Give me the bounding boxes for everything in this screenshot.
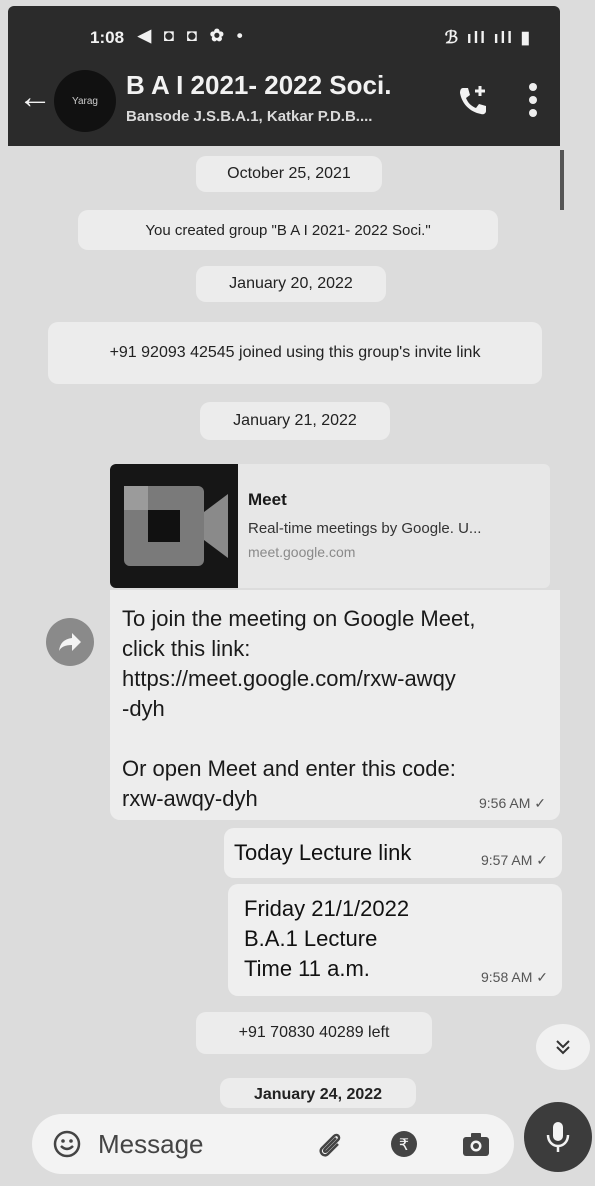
avatar-text: Yarag: [72, 95, 98, 107]
more-options-icon[interactable]: [528, 80, 538, 120]
preview-title: Meet: [248, 490, 287, 509]
system-message: +91 92093 42545 joined using this group'…: [48, 322, 542, 384]
created-notice: You created group "B A I 2021- 2022 Soci…: [145, 221, 431, 239]
forward-icon: [59, 633, 81, 651]
back-arrow-icon[interactable]: ←: [18, 78, 52, 117]
message-bubble[interactable]: Today Lecture link 9:57 AM ✓: [224, 828, 562, 878]
join-notice: +91 92093 42545 joined using this group'…: [109, 344, 481, 361]
date-label: January 20, 2022: [229, 275, 353, 292]
preview-url: meet.google.com: [248, 544, 356, 560]
svg-text:₹: ₹: [399, 1135, 409, 1154]
date-divider: October 25, 2021: [196, 156, 382, 192]
date-label: January 24, 2022: [253, 1086, 383, 1103]
date-divider: January 20, 2022: [196, 266, 386, 302]
left-notice: +91 70830 40289 left: [238, 1024, 390, 1041]
system-message: You created group "B A I 2021- 2022 Soci…: [78, 210, 498, 250]
system-message: +91 70830 40289 left: [196, 1012, 432, 1054]
message-text[interactable]: Today Lecture link: [234, 840, 411, 866]
attach-icon[interactable]: [314, 1128, 346, 1160]
header-row: ← Yarag B A I 2021- 2022 Soci. Bansode J…: [8, 66, 560, 136]
signal-battery-icons: ℬ ıll ıll ▮: [444, 28, 532, 47]
add-call-icon[interactable]: [454, 82, 492, 120]
message-input[interactable]: [98, 1124, 298, 1164]
message-text[interactable]: Friday 21/1/2022 B.A.1 Lecture Time 11 a…: [244, 894, 409, 984]
link-preview-card[interactable]: Meet Real-time meetings by Google. U... …: [110, 464, 550, 588]
preview-description: Real-time meetings by Google. U...: [248, 520, 482, 537]
payment-icon[interactable]: ₹: [388, 1128, 420, 1160]
message-text[interactable]: To join the meeting on Google Meet, clic…: [122, 604, 475, 814]
date-divider: January 21, 2022: [200, 402, 390, 440]
chat-header: 1:08 ◀ ◘ ◘ ✿ • ℬ ıll ıll ▮ ← Yarag B A I…: [8, 6, 560, 146]
double-chevron-down-icon: [556, 1040, 570, 1055]
date-divider: January 24, 2022: [220, 1078, 416, 1108]
message-time: 9:57 AM ✓: [481, 852, 548, 868]
date-label: January 21, 2022: [233, 412, 357, 429]
emoji-icon[interactable]: [52, 1129, 82, 1159]
message-time: 9:56 AM ✓: [479, 795, 546, 811]
status-time: 1:08: [90, 28, 125, 47]
group-avatar[interactable]: Yarag: [54, 70, 116, 132]
message-time: 9:58 AM ✓: [481, 969, 548, 985]
status-bar: 1:08 ◀ ◘ ◘ ✿ • ℬ ıll ıll ▮: [8, 24, 560, 52]
date-label: October 25, 2021: [227, 165, 351, 182]
notification-icons: ◀ ◘ ◘ ✿ •: [138, 26, 247, 45]
google-meet-icon: [110, 464, 238, 588]
scroll-down-button[interactable]: [536, 1024, 590, 1070]
message-bubble[interactable]: Friday 21/1/2022 B.A.1 Lecture Time 11 a…: [228, 884, 562, 996]
forward-button[interactable]: [46, 618, 94, 666]
message-input-bar: ₹: [32, 1114, 514, 1174]
group-members[interactable]: Bansode J.S.B.A.1, Katkar P.D.B....: [126, 108, 372, 125]
camera-icon[interactable]: [460, 1128, 492, 1160]
scrollbar[interactable]: [560, 150, 564, 210]
microphone-icon: [546, 1122, 570, 1152]
group-title[interactable]: B A I 2021- 2022 Soci.: [126, 70, 391, 101]
voice-message-button[interactable]: [524, 1102, 592, 1172]
message-bubble[interactable]: To join the meeting on Google Meet, clic…: [110, 590, 560, 820]
